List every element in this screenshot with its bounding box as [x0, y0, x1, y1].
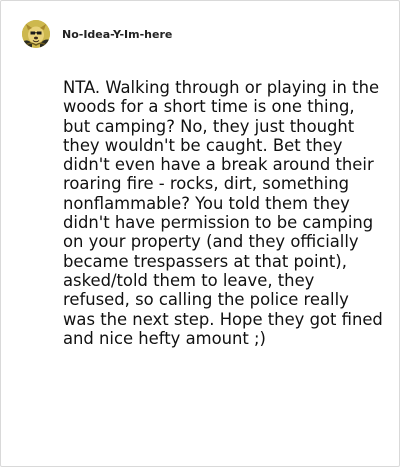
comment-header: No-Idea-Y-Im-here: [22, 17, 172, 51]
cartoon-dog-avatar-icon: [22, 20, 50, 48]
comment-body: NTA. Walking through or playing in the w…: [63, 78, 383, 348]
comment-username[interactable]: No-Idea-Y-Im-here: [62, 28, 172, 41]
user-avatar-icon[interactable]: [22, 20, 50, 48]
comment-card: No-Idea-Y-Im-here NTA. Walking through o…: [0, 0, 400, 467]
